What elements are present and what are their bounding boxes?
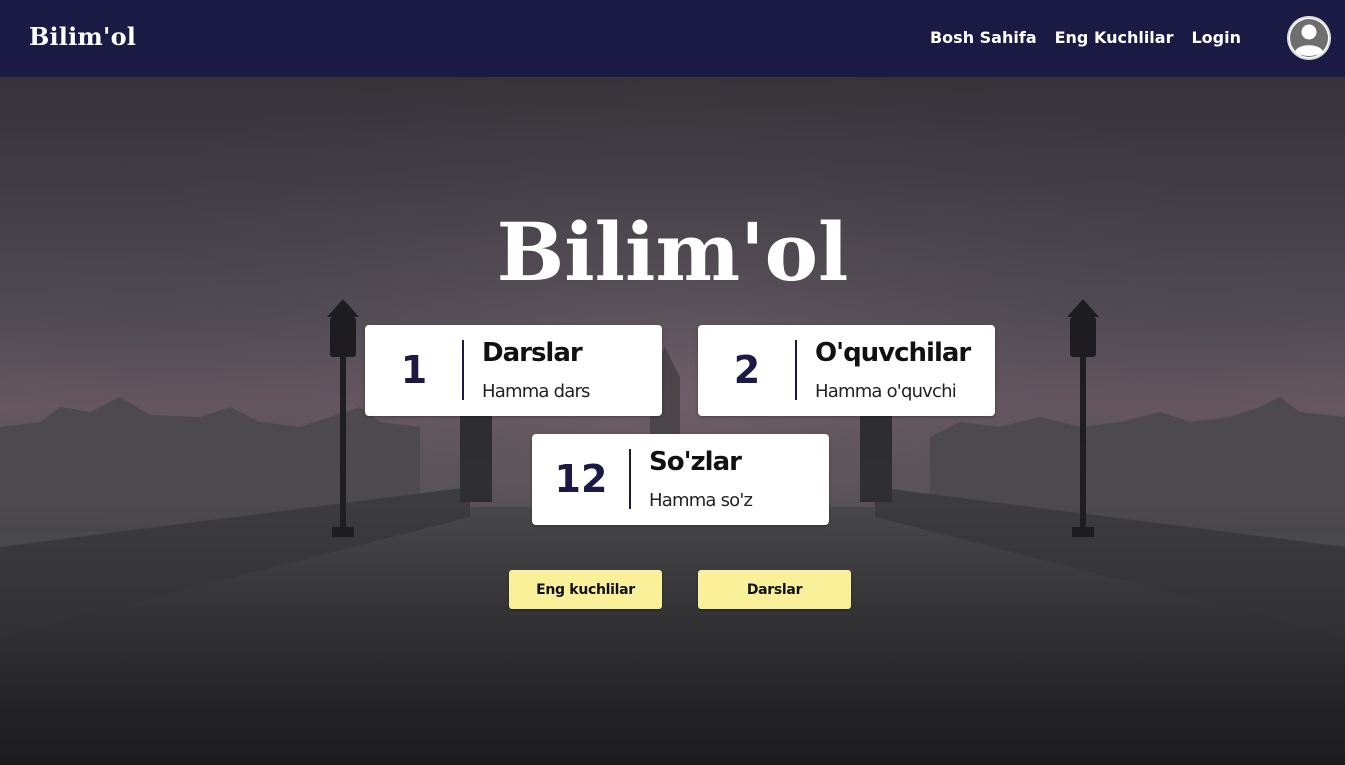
stat-divider — [795, 340, 797, 400]
stat-value: 12 — [554, 457, 608, 501]
stat-label: Darslar — [482, 338, 583, 368]
hero-title: Bilim'ol — [496, 205, 849, 299]
page: Bilim'ol Bosh Sahifa Eng Kuchlilar Login — [0, 0, 1345, 765]
stat-subtitle: Hamma dars — [482, 381, 590, 402]
stat-card-words: 12 So'zlar Hamma so'z — [532, 434, 829, 525]
stat-subtitle: Hamma so'z — [649, 490, 753, 511]
hero-background-image — [0, 77, 1345, 765]
stat-card-students: 2 O'quvchilar Hamma o'quvchi — [698, 325, 995, 416]
stat-value: 2 — [733, 348, 761, 392]
brand-logo[interactable]: Bilim'ol — [29, 22, 136, 51]
hero-section: Bilim'ol 1 Darslar Hamma dars 2 O'quvchi… — [0, 77, 1345, 765]
nav-links: Bosh Sahifa Eng Kuchlilar Login — [930, 28, 1241, 47]
stat-divider — [629, 449, 631, 509]
stat-label: So'zlar — [649, 447, 742, 477]
stat-value: 1 — [400, 348, 428, 392]
stat-divider — [462, 340, 464, 400]
navbar: Bilim'ol Bosh Sahifa Eng Kuchlilar Login — [0, 0, 1345, 77]
lessons-button[interactable]: Darslar — [698, 570, 851, 609]
user-avatar-icon[interactable] — [1287, 16, 1331, 60]
nav-link-top[interactable]: Eng Kuchlilar — [1055, 28, 1174, 47]
nav-link-login[interactable]: Login — [1191, 28, 1241, 47]
top-students-button[interactable]: Eng kuchlilar — [509, 570, 662, 609]
nav-link-home[interactable]: Bosh Sahifa — [930, 28, 1037, 47]
stat-subtitle: Hamma o'quvchi — [815, 381, 957, 402]
stat-label: O'quvchilar — [815, 338, 971, 368]
stat-card-lessons: 1 Darslar Hamma dars — [365, 325, 662, 416]
